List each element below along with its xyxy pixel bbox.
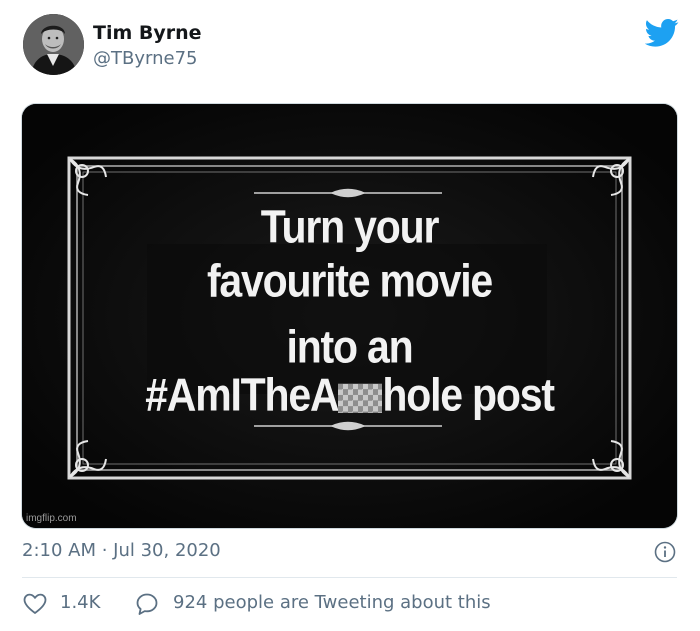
tweet-timestamp[interactable]: 2:10 AM · Jul 30, 2020 [22,540,221,561]
avatar-photo [23,14,84,75]
like-count[interactable]: 1.4K [60,592,100,613]
avatar[interactable] [23,14,84,75]
censor-pixelation [338,383,383,413]
caption-line-3: into an [286,321,414,373]
caption-line-2: favourite movie [206,255,493,307]
caption-line-1: Turn your [260,201,440,253]
heart-icon[interactable] [23,593,47,615]
author-name[interactable]: Tim Byrne [93,22,202,44]
ornamental-frame [22,104,677,528]
tweeting-about-link[interactable]: 924 people are Tweeting about this [173,592,491,613]
caption-hashtag-end: hole post [382,369,555,421]
speech-bubble-icon[interactable] [135,592,159,616]
tweet-media-image[interactable]: Turn your favourite movie into an #AmITh… [22,104,677,528]
divider [22,577,677,578]
caption-line-4: #AmITheA hole post [22,369,677,422]
imgflip-watermark: imgflip.com [26,513,77,524]
twitter-bird-icon[interactable] [645,18,679,48]
tweet-card: Tim Byrne @TByrne75 Turn your favourite … [0,0,700,631]
info-icon[interactable] [654,541,676,563]
caption-hashtag-start: #AmITheA [145,369,339,421]
author-handle[interactable]: @TByrne75 [93,48,197,69]
